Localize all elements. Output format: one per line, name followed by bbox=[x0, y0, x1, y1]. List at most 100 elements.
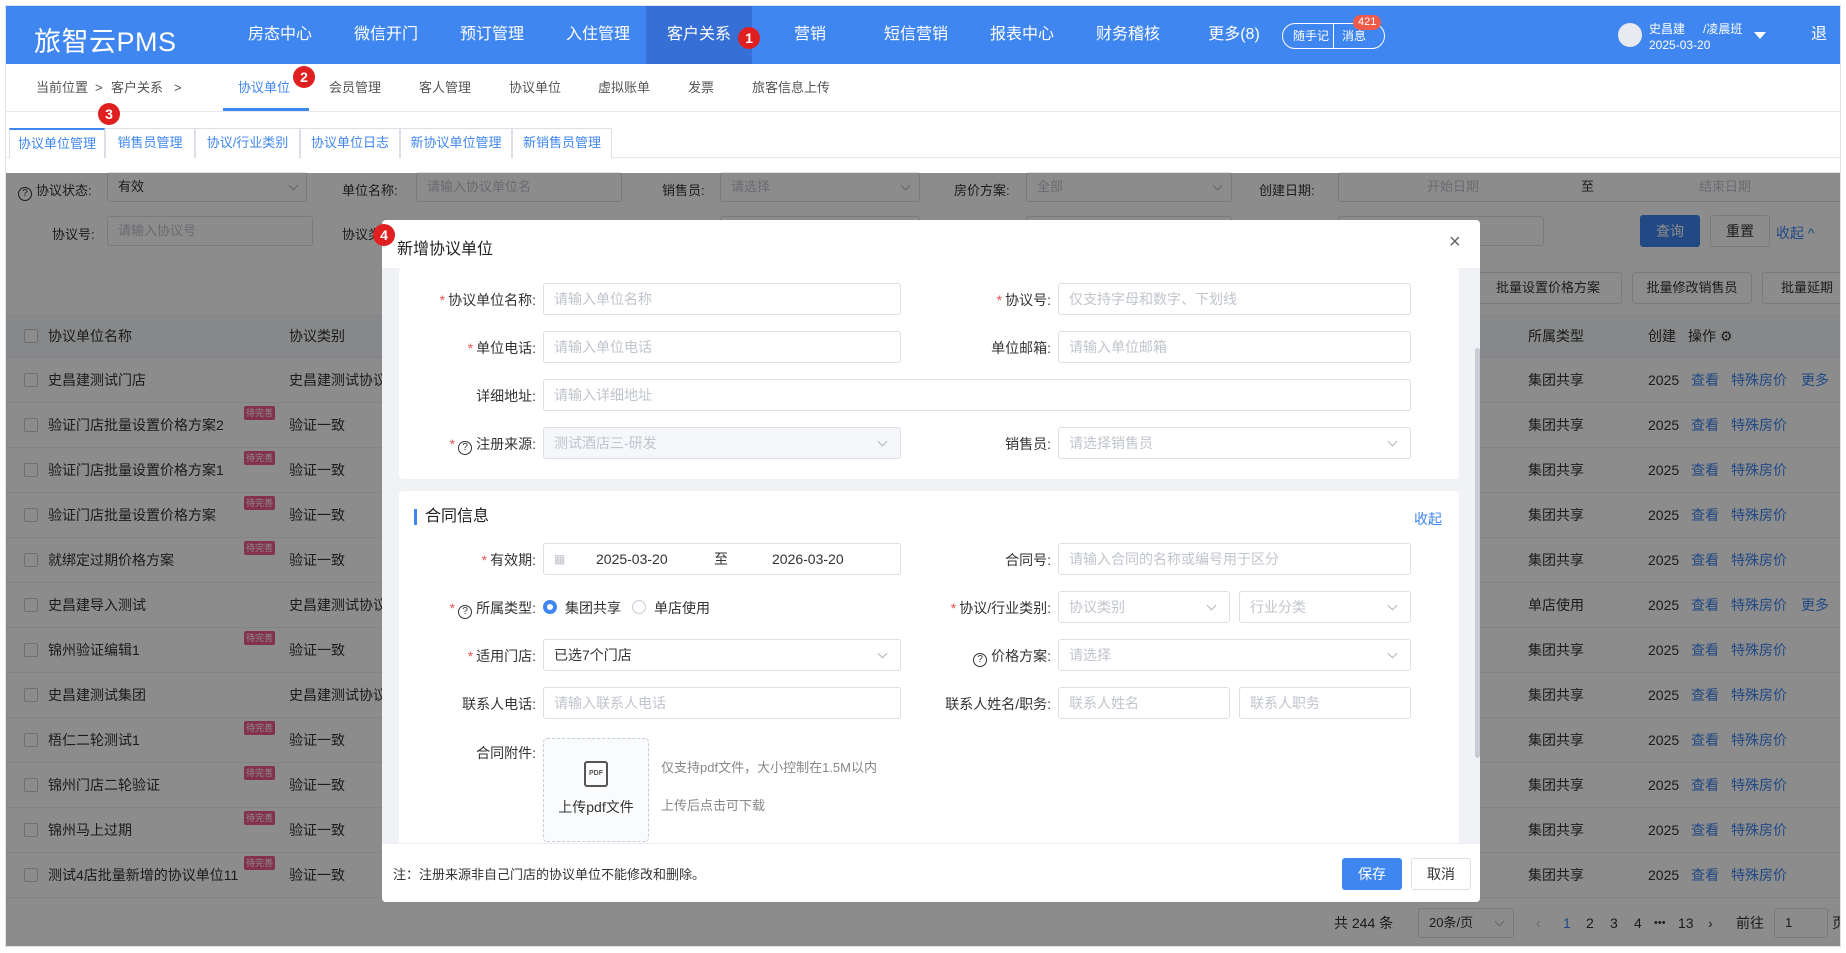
stores-select[interactable]: 已选7个门店 bbox=[543, 639, 901, 671]
source-label: *? 注册来源: bbox=[449, 436, 536, 455]
unit-name-input[interactable]: 请输入单位名称 bbox=[543, 283, 901, 315]
price-plan-label: ? 价格方案: bbox=[859, 646, 1051, 667]
contract-section-title: 合同信息 bbox=[414, 509, 489, 525]
annotation-badge-4: 4 bbox=[373, 224, 395, 246]
sub-nav: 当前位置 > 客户关系 > 协议单位 会员管理 客人管理 协议单位 虚拟账单 发… bbox=[6, 64, 1840, 112]
dialog-footer: 注：注册来源非自己门店的协议单位不能修改和删除。 保存 取消 bbox=[382, 843, 1480, 902]
type-label: *? 所属类型: bbox=[449, 600, 536, 619]
nav-finance[interactable]: 财务稽核 bbox=[1080, 6, 1176, 64]
validity-separator: 至 bbox=[714, 551, 728, 567]
user-date: 2025-03-20 bbox=[1649, 38, 1711, 52]
basic-info-card: * 协议单位名称: 请输入单位名称 * 协议号: 仅支持字母和数字、下划线 * 单位电… bbox=[399, 268, 1459, 479]
cancel-button[interactable]: 取消 bbox=[1411, 858, 1471, 890]
tab-new-agreement-unit-mgmt[interactable]: 新协议单位管理 bbox=[400, 128, 512, 158]
contract-info-card: 合同信息 收起 * 有效期: ▦ 2025-03-20 至 2026-03-20 … bbox=[399, 491, 1459, 843]
category-label: * 协议/行业类别: bbox=[950, 600, 1051, 616]
app-logo: 旅智云PMS bbox=[34, 27, 177, 57]
upload-hint-size: 仅支持pdf文件，大小控制在1.5M以内 bbox=[661, 760, 877, 775]
sales-label: 销售员: bbox=[1005, 436, 1051, 452]
contact-name-input[interactable]: 联系人姓名 bbox=[1058, 687, 1230, 719]
close-icon[interactable]: × bbox=[1449, 231, 1461, 253]
dialog-scrollbar[interactable] bbox=[1475, 348, 1480, 758]
contact-phone-label: 联系人电话: bbox=[462, 696, 536, 712]
contact-name-label: 联系人姓名/职务: bbox=[945, 696, 1051, 712]
upload-label: 上传pdf文件 bbox=[558, 799, 634, 815]
subnav-members[interactable]: 会员管理 bbox=[329, 64, 381, 112]
agreement-category-select[interactable]: 协议类别 bbox=[1058, 591, 1230, 623]
type-group-label[interactable]: 集团共享 bbox=[565, 598, 621, 618]
dialog-title: 新增协议单位 bbox=[397, 241, 494, 258]
sales-select[interactable]: 请选择销售员 bbox=[1058, 427, 1411, 459]
subnav-guest-upload[interactable]: 旅客信息上传 bbox=[752, 64, 830, 112]
chevron-down-icon[interactable] bbox=[1754, 32, 1766, 39]
subnav-guests[interactable]: 客人管理 bbox=[419, 64, 471, 112]
tab-agreement-unit-mgmt[interactable]: 协议单位管理 bbox=[9, 128, 105, 158]
dialog-body: * 协议单位名称: 请输入单位名称 * 协议号: 仅支持字母和数字、下划线 * 单位电… bbox=[382, 268, 1480, 843]
nav-customer-relations[interactable]: 客户关系 bbox=[646, 6, 752, 64]
upload-pdf-area[interactable]: PDF 上传pdf文件 bbox=[543, 738, 649, 842]
source-select[interactable]: 测试酒店三-研发 bbox=[543, 427, 901, 459]
unit-email-input[interactable]: 请输入单位邮箱 bbox=[1058, 331, 1411, 363]
help-icon: ? bbox=[458, 605, 473, 619]
user-name: 史昌建 bbox=[1649, 22, 1686, 36]
dialog-note: 注：注册来源非自己门店的协议单位不能修改和删除。 bbox=[393, 867, 706, 882]
breadcrumb-current: 当前位置 bbox=[36, 80, 89, 95]
attachment-label: 合同附件: bbox=[476, 745, 536, 761]
save-button[interactable]: 保存 bbox=[1342, 858, 1402, 890]
add-agreement-unit-dialog: 新增协议单位 × * 协议单位名称: 请输入单位名称 * 协议号: 仅支持字母和数字… bbox=[382, 220, 1480, 902]
validity-date-range[interactable]: ▦ 2025-03-20 至 2026-03-20 bbox=[543, 543, 901, 575]
pdf-file-icon: PDF bbox=[584, 761, 608, 787]
active-subnav-indicator bbox=[223, 108, 309, 111]
nav-wechat-door[interactable]: 微信开门 bbox=[338, 6, 434, 64]
breadcrumb-section[interactable]: 客户关系 bbox=[111, 64, 163, 112]
nav-sms-marketing[interactable]: 短信营销 bbox=[868, 6, 964, 64]
unit-name-label: * 协议单位名称: bbox=[439, 292, 536, 308]
tab-row: 协议单位管理 销售员管理 协议/行业类别 协议单位日志 新协议单位管理 新销售员… bbox=[6, 112, 1840, 158]
type-group-radio[interactable] bbox=[543, 600, 557, 614]
validity-start: 2025-03-20 bbox=[596, 551, 668, 567]
calendar-icon: ▦ bbox=[554, 552, 566, 566]
contract-no-input[interactable]: 请输入合同的名称或编号用于区分 bbox=[1058, 543, 1411, 575]
nav-marketing[interactable]: 营销 bbox=[762, 6, 858, 64]
agreement-no-label: * 协议号: bbox=[996, 292, 1051, 308]
avatar[interactable] bbox=[1618, 23, 1642, 47]
collapse-contract-link[interactable]: 收起 bbox=[1414, 509, 1442, 529]
address-label: 详细地址: bbox=[476, 388, 536, 404]
message-count-badge: 421 bbox=[1353, 15, 1382, 30]
subnav-invoices[interactable]: 发票 bbox=[688, 64, 714, 112]
contract-no-label: 合同号: bbox=[1005, 552, 1051, 568]
nav-more[interactable]: 更多(8) bbox=[1186, 6, 1282, 64]
nav-room-status[interactable]: 房态中心 bbox=[232, 6, 328, 64]
type-single-label[interactable]: 单店使用 bbox=[654, 598, 710, 618]
unit-phone-input[interactable]: 请输入单位电话 bbox=[543, 331, 901, 363]
annotation-badge-2: 2 bbox=[293, 66, 315, 88]
validity-label: * 有效期: bbox=[481, 552, 536, 568]
subnav-agreement-units-2[interactable]: 协议单位 bbox=[509, 64, 561, 112]
help-icon: ? bbox=[458, 441, 473, 455]
agreement-no-input[interactable]: 仅支持字母和数字、下划线 bbox=[1058, 283, 1411, 315]
stores-label: * 适用门店: bbox=[467, 648, 536, 664]
email-label: 单位邮箱: bbox=[991, 340, 1051, 356]
validity-end: 2026-03-20 bbox=[772, 551, 844, 567]
nav-checkin[interactable]: 入住管理 bbox=[550, 6, 646, 64]
type-single-radio[interactable] bbox=[632, 600, 646, 614]
annotation-badge-1: 1 bbox=[738, 27, 760, 49]
industry-select[interactable]: 行业分类 bbox=[1239, 591, 1411, 623]
nav-reservation[interactable]: 预订管理 bbox=[444, 6, 540, 64]
user-shift: /凌晨班 bbox=[1703, 22, 1743, 36]
subnav-virtual-bills[interactable]: 虚拟账单 bbox=[598, 64, 650, 112]
tab-sales-mgmt[interactable]: 销售员管理 bbox=[105, 128, 195, 158]
tab-category[interactable]: 协议/行业类别 bbox=[195, 128, 300, 158]
help-icon: ? bbox=[973, 653, 988, 667]
tab-new-sales-mgmt[interactable]: 新销售员管理 bbox=[512, 128, 612, 158]
upload-hint-download: 上传后点击可下载 bbox=[661, 798, 766, 813]
annotation-badge-3: 3 bbox=[98, 103, 120, 125]
tab-log[interactable]: 协议单位日志 bbox=[300, 128, 400, 158]
contact-title-input[interactable]: 联系人职务 bbox=[1239, 687, 1411, 719]
nav-reports[interactable]: 报表中心 bbox=[974, 6, 1070, 64]
price-plan-select[interactable]: 请选择 bbox=[1058, 639, 1411, 671]
subnav-agreement-units[interactable]: 协议单位 bbox=[238, 64, 290, 112]
address-input[interactable]: 请输入详细地址 bbox=[543, 379, 1411, 411]
quick-note-button[interactable]: 随手记 bbox=[1293, 24, 1329, 48]
phone-label: * 单位电话: bbox=[467, 340, 536, 356]
